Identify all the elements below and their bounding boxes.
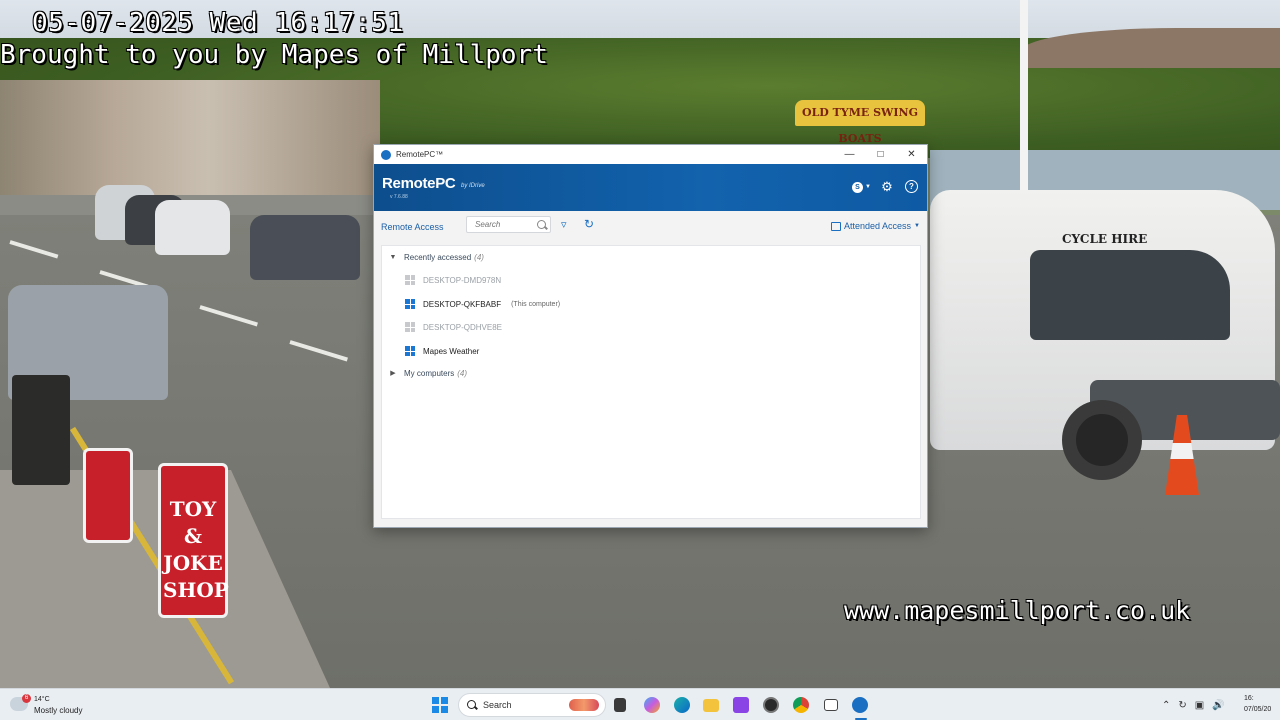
- version-label: v 7.6.88: [390, 194, 408, 200]
- computer-row[interactable]: DESKTOP-DMD978N: [405, 272, 501, 288]
- start-button[interactable]: [429, 694, 451, 716]
- remotepc-app-icon: [381, 149, 391, 160]
- chevron-down-icon: ▼: [914, 223, 920, 229]
- maximize-button[interactable]: □: [865, 145, 896, 164]
- refresh-icon[interactable]: ↻: [584, 217, 594, 231]
- obs-icon: [763, 697, 779, 713]
- clock[interactable]: 16: 07/05/20: [1244, 693, 1271, 715]
- windows-start-icon: [432, 697, 448, 713]
- remotepc-logo: RemotePC: [382, 175, 456, 192]
- taskbar-search[interactable]: Search: [458, 693, 606, 717]
- help-icon[interactable]: ?: [905, 180, 918, 193]
- taskbar: 6 14°C Mostly cloudy Search ⌃ ↻ ▣ 🔊 16: …: [0, 688, 1280, 720]
- van-lettering: CYCLE HIRE: [1062, 232, 1148, 246]
- windows-icon: [405, 299, 415, 309]
- app-header: RemotePC by IDrive v 7.6.88 S ▼ ⚙ ?: [374, 164, 927, 211]
- attended-access-label: Attended Access: [844, 221, 912, 231]
- computer-row[interactable]: DESKTOP-QKFBABF (This computer): [405, 296, 560, 312]
- windows-icon: [405, 322, 415, 332]
- notification-badge: 6: [22, 694, 31, 703]
- weather-widget[interactable]: 6 14°C Mostly cloudy: [8, 693, 98, 717]
- this-computer-tag: (This computer): [511, 300, 561, 308]
- group-recently-accessed[interactable]: ▼ Recently accessed (4): [382, 250, 484, 264]
- camera-timestamp: 05-07-2025 Wed 16:17:51: [32, 8, 404, 38]
- weather-temperature: 14°C: [34, 696, 50, 703]
- computer-name: DESKTOP-QKFBABF: [423, 299, 502, 309]
- obs-button[interactable]: [760, 694, 782, 716]
- attended-access-button[interactable]: Attended Access ▼: [831, 221, 920, 231]
- user-icon[interactable]: S: [852, 182, 863, 193]
- toy-shop-sign-text: TOY & JOKE SHOP: [163, 497, 229, 602]
- twitch-button[interactable]: [730, 694, 752, 716]
- weather-description: Mostly cloudy: [34, 706, 83, 715]
- chevron-right-icon: ▶: [390, 370, 396, 377]
- parked-car: [155, 200, 230, 255]
- group-label: Recently accessed: [404, 252, 472, 262]
- idrive-logo: by IDrive: [461, 183, 485, 189]
- task-view-button[interactable]: [609, 694, 631, 716]
- system-tray: ⌃ ↻ ▣ 🔊: [1162, 697, 1225, 713]
- mast: [1020, 0, 1028, 190]
- minimize-button[interactable]: —: [834, 145, 865, 164]
- copilot-icon: [644, 697, 660, 713]
- edge-icon: [674, 697, 690, 713]
- computer-row[interactable]: Mapes Weather: [405, 343, 479, 359]
- close-button[interactable]: ✕: [896, 145, 927, 164]
- edge-button[interactable]: [671, 694, 693, 716]
- windows-icon: [405, 275, 415, 285]
- remotepc-window: RemotePC™ — □ ✕ RemotePC by IDrive v 7.6…: [373, 144, 928, 528]
- computer-name: DESKTOP-DMD978N: [423, 275, 502, 285]
- copilot-button[interactable]: [641, 694, 663, 716]
- search-icon[interactable]: [537, 220, 546, 229]
- taskbar-search-label: Search: [483, 700, 512, 710]
- computer-row[interactable]: DESKTOP-QDHVE8E: [405, 319, 502, 335]
- window-icon: [824, 699, 838, 711]
- swing-boats-banner: OLD TYME SWING BOATS: [795, 100, 925, 145]
- remotepc-taskbar-button[interactable]: [849, 694, 871, 716]
- group-my-computers[interactable]: ▶ My computers (4): [382, 366, 467, 380]
- twitch-icon: [733, 697, 749, 713]
- toolbar: Remote Access ▿ ↻ Attended Access ▼: [374, 211, 927, 243]
- file-explorer-button[interactable]: [700, 694, 722, 716]
- camera-website: www.mapesmillport.co.uk: [844, 596, 1191, 625]
- parked-car: [250, 215, 360, 280]
- group-count: (4): [474, 252, 484, 262]
- gear-icon[interactable]: ⚙: [880, 179, 894, 194]
- search-highlight-icon: [569, 699, 599, 711]
- chevron-up-icon[interactable]: ⌃: [1162, 700, 1170, 711]
- network-icon[interactable]: ▣: [1195, 700, 1204, 711]
- remote-access-tab[interactable]: Remote Access: [381, 222, 444, 232]
- computer-name: Mapes Weather: [423, 346, 480, 356]
- clock-time: 16:: [1244, 695, 1254, 702]
- remotepc-icon: [852, 697, 868, 713]
- search-icon: [467, 700, 476, 709]
- chrome-icon: [793, 697, 809, 713]
- buildings: [0, 80, 380, 210]
- computer-name: DESKTOP-QDHVE8E: [423, 322, 502, 332]
- sync-icon[interactable]: ↻: [1178, 700, 1186, 711]
- volume-icon[interactable]: 🔊: [1212, 700, 1224, 711]
- van-wheel: [1062, 400, 1142, 480]
- chrome-button[interactable]: [790, 694, 812, 716]
- folder-icon: [703, 698, 719, 712]
- monitor-icon: [831, 221, 841, 231]
- camera-credit: Brought to you by Mapes of Millport: [0, 40, 548, 70]
- chevron-down-icon[interactable]: ▼: [864, 182, 872, 192]
- window-title: RemotePC™: [396, 150, 444, 159]
- window-app-button[interactable]: [820, 694, 842, 716]
- window-controls: — □ ✕: [834, 145, 927, 164]
- title-bar[interactable]: RemotePC™ — □ ✕: [374, 145, 927, 164]
- clock-date: 07/05/20: [1244, 706, 1272, 713]
- van-windscreen: [1030, 250, 1230, 340]
- chevron-down-icon: ▼: [389, 253, 397, 261]
- group-label: My computers: [404, 368, 455, 378]
- group-count: (4): [457, 368, 468, 378]
- computer-list: ▼ Recently accessed (4) DESKTOP-DMD978N …: [381, 245, 921, 519]
- windows-icon: [405, 346, 415, 356]
- filter-icon[interactable]: ▿: [561, 218, 567, 231]
- task-view-icon: [614, 698, 626, 712]
- ice-cream-sign: [83, 448, 133, 543]
- litter-bin: [12, 375, 70, 485]
